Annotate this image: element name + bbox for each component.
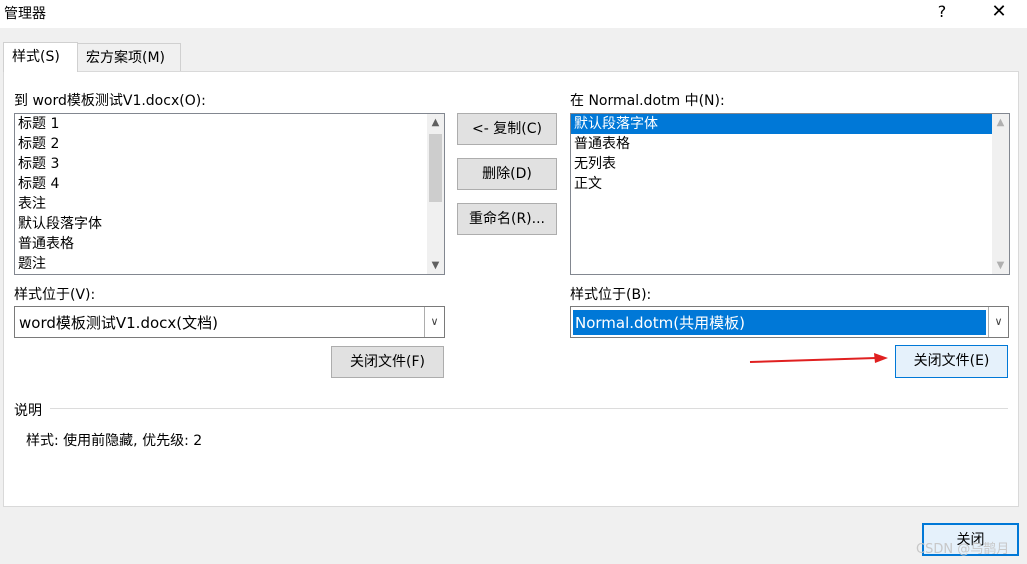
right-list-label: 在 Normal.dotm 中(N): (570, 93, 725, 109)
right-close-file-button[interactable]: 关闭文件(E) (895, 345, 1008, 378)
help-icon[interactable]: ? (932, 0, 952, 26)
list-item[interactable]: 正文 (571, 174, 1009, 194)
left-location-value: word模板测试V1.docx(文档) (19, 314, 218, 332)
window-title: 管理器 (4, 6, 46, 22)
scroll-down-icon[interactable]: ▼ (992, 257, 1009, 274)
description-divider (50, 408, 1008, 409)
list-item[interactable]: 默认段落字体 (15, 214, 444, 234)
list-item[interactable]: 标题 2 (15, 134, 444, 154)
annotation-arrow-icon (749, 353, 888, 363)
left-list-scrollbar[interactable]: ▲ ▼ (427, 114, 444, 274)
copy-button[interactable]: <- 复制(C) (457, 113, 557, 145)
tab-macro-items[interactable]: 宏方案项(M) (77, 43, 181, 71)
list-item[interactable]: 标题 1 (15, 114, 444, 134)
list-item[interactable]: 普通表格 (571, 134, 1009, 154)
tab-styles[interactable]: 样式(S) (3, 42, 78, 72)
list-item[interactable]: 默认段落字体 (571, 114, 1009, 134)
right-style-list[interactable]: 默认段落字体 普通表格 无列表 正文 ▲ ▼ (570, 113, 1010, 275)
left-location-label: 样式位于(V): (14, 287, 96, 303)
list-item[interactable]: 表注 (15, 194, 444, 214)
right-location-value: Normal.dotm(共用模板) (573, 310, 986, 335)
rename-button[interactable]: 重命名(R)... (457, 203, 557, 235)
scroll-up-icon[interactable]: ▲ (992, 114, 1009, 131)
right-location-label: 样式位于(B): (570, 287, 652, 303)
list-item[interactable]: 普通表格 (15, 234, 444, 254)
left-close-file-button[interactable]: 关闭文件(F) (331, 346, 444, 378)
chevron-down-icon[interactable]: ∨ (988, 307, 1008, 337)
left-style-list[interactable]: 标题 1 标题 2 标题 3 标题 4 表注 默认段落字体 普通表格 题注 ▲ ▼ (14, 113, 445, 275)
right-list-scrollbar[interactable]: ▲ ▼ (992, 114, 1009, 274)
list-item[interactable]: 无列表 (571, 154, 1009, 174)
title-bar (0, 0, 1027, 28)
right-location-combo[interactable]: Normal.dotm(共用模板) ∨ (570, 306, 1009, 338)
list-item[interactable]: 标题 3 (15, 154, 444, 174)
description-heading: 说明 (14, 403, 42, 419)
delete-button[interactable]: 删除(D) (457, 158, 557, 190)
list-item[interactable]: 题注 (15, 254, 444, 274)
left-location-combo[interactable]: word模板测试V1.docx(文档) ∨ (14, 306, 445, 338)
left-list-label: 到 word模板测试V1.docx(O): (14, 93, 206, 109)
close-icon[interactable]: ✕ (988, 0, 1010, 26)
scroll-thumb[interactable] (429, 134, 442, 202)
description-text: 样式: 使用前隐藏, 优先级: 2 (26, 433, 203, 449)
watermark: CSDN @乌鹊月 (916, 542, 1010, 557)
scroll-down-icon[interactable]: ▼ (427, 257, 444, 274)
chevron-down-icon[interactable]: ∨ (424, 307, 444, 337)
list-item[interactable]: 标题 4 (15, 174, 444, 194)
scroll-up-icon[interactable]: ▲ (427, 114, 444, 131)
